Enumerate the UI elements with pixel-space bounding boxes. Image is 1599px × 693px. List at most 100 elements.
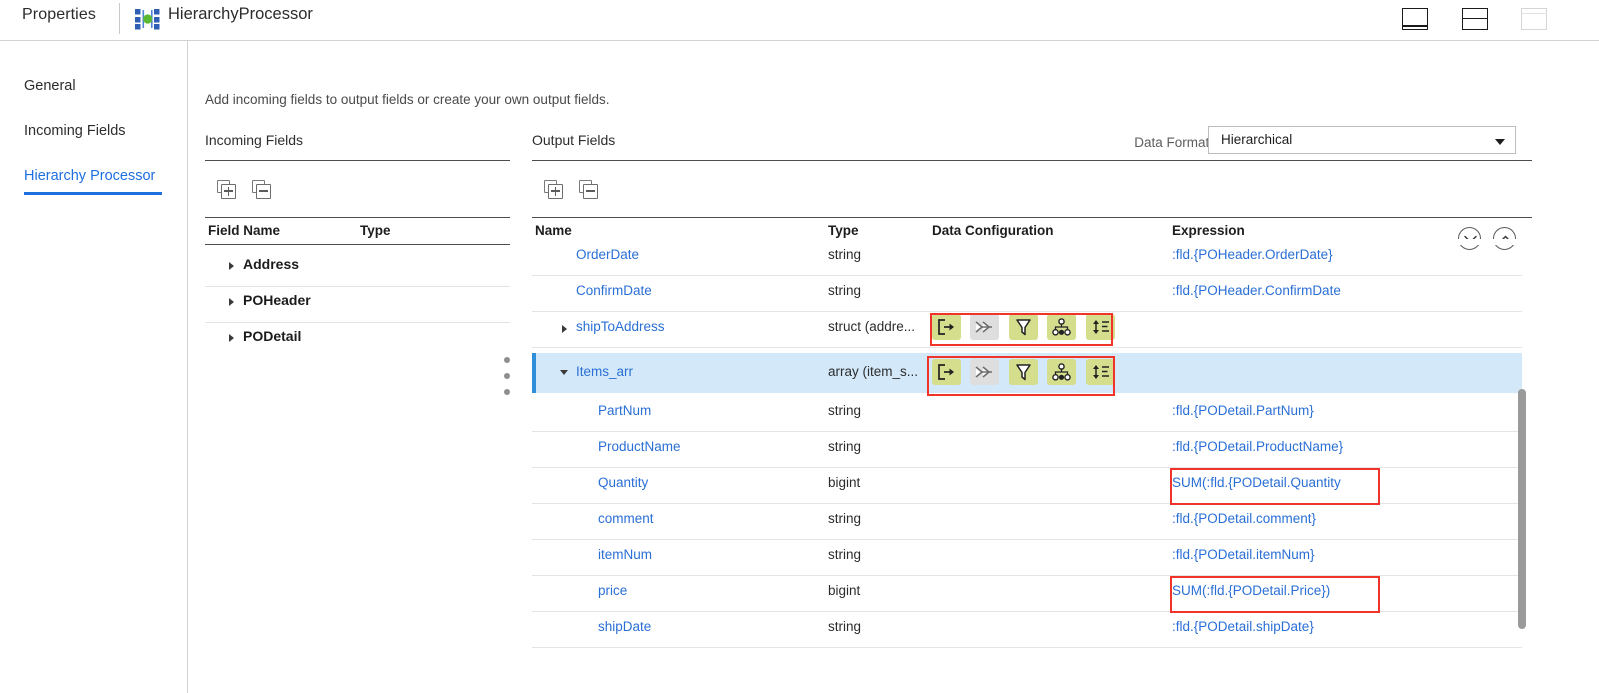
output-row-quantity[interactable]: Quantity bigint SUM(:fld.{PODetail.Quant… [532,467,1522,503]
output-col-name: Name [535,223,572,238]
output-fields-title: Output Fields [532,132,616,148]
sidebar-item-hierarchy-processor[interactable]: Hierarchy Processor [24,168,155,184]
viewport-clip-mask [532,239,1532,245]
incoming-col-type: Type [360,223,391,238]
output-field-name[interactable]: ConfirmDate [576,283,652,298]
sidebar-item-incoming-fields[interactable]: Incoming Fields [24,123,126,139]
output-field-type: struct (addre... [828,319,916,334]
output-add-field-icon[interactable] [544,180,566,202]
output-row-items-arr[interactable]: Items_arr array (item_s... [532,353,1522,393]
output-field-type: string [828,547,862,562]
output-field-name[interactable]: price [598,583,627,598]
hierarchy-processor-panel: Add incoming fields to output fields or … [189,41,1599,693]
output-field-name[interactable]: comment [598,511,654,526]
output-scrollbar-track[interactable] [1516,291,1530,691]
incoming-field-label: PODetail [243,328,302,344]
output-field-expression[interactable]: :fld.{POHeader.ConfirmDate [1172,283,1341,298]
output-field-type: array (item_s... [828,364,919,379]
output-fields-panel: Output Fields Data Format: Hierarchical [532,41,1532,693]
output-field-name[interactable]: PartNum [598,403,651,418]
output-node-icon[interactable] [932,314,961,340]
output-field-expression[interactable]: SUM(:fld.{PODetail.Quantity [1172,475,1341,490]
incoming-col-field-name: Field Name [208,223,281,238]
chevron-right-icon[interactable] [229,334,234,342]
output-row-shiptoaddress[interactable]: shipToAddress struct (addre... [532,311,1522,347]
incoming-fields-rule [205,160,510,162]
incoming-fields-title: Incoming Fields [205,132,304,148]
properties-label: Properties [22,6,96,23]
output-field-name[interactable]: shipToAddress [576,319,665,334]
output-row-productname[interactable]: ProductName string :fld.{PODetail.Produc… [532,431,1522,467]
output-toolbar-rule [532,217,1532,219]
join-icon[interactable] [970,314,1000,340]
chevron-right-icon[interactable] [562,325,567,333]
join-icon[interactable] [970,359,1000,385]
properties-sidebar: General Incoming Fields Hierarchy Proces… [0,41,188,693]
output-field-name[interactable]: ProductName [598,439,681,454]
output-field-name[interactable]: itemNum [598,547,652,562]
row-separator [532,347,1522,348]
output-col-type: Type [828,223,859,238]
incoming-field-label: POHeader [243,292,311,308]
output-node-icon[interactable] [932,359,961,385]
output-field-type: string [828,403,862,418]
output-field-expression[interactable]: :fld.{PODetail.itemNum} [1172,547,1315,562]
selected-row-accent [532,353,536,393]
incoming-toolbar-rule [205,217,510,219]
output-field-expression[interactable]: :fld.{PODetail.ProductName} [1172,439,1343,454]
output-row-price[interactable]: price bigint SUM(:fld.{PODetail.Price}) [532,575,1522,611]
incoming-field-label: Address [243,256,300,272]
data-format-value: Hierarchical [1221,132,1293,147]
chevron-down-icon[interactable] [560,370,568,375]
incoming-row-address[interactable]: Address [205,250,510,286]
output-row-shipdate[interactable]: shipDate string :fld.{PODetail.shipDate} [532,611,1522,647]
incoming-expand-all-icon[interactable] [217,180,239,202]
output-field-expression[interactable]: :fld.{PODetail.PartNum} [1172,403,1314,418]
panel-splitter-handle[interactable] [502,357,512,409]
output-col-expression: Expression [1172,223,1245,238]
layout-single-pane-icon [1402,8,1429,30]
output-field-type: string [828,283,862,298]
output-field-name[interactable]: OrderDate [576,247,639,262]
incoming-row-podetail[interactable]: PODetail [205,322,510,358]
output-row-confirmdate[interactable]: ConfirmDate string :fld.{POHeader.Confir… [532,275,1522,311]
row-separator [532,647,1522,648]
output-row-itemnum[interactable]: itemNum string :fld.{PODetail.itemNum} [532,539,1522,575]
layout-single-pane-button[interactable] [1402,8,1429,30]
output-field-name[interactable]: Items_arr [576,364,633,379]
processor-name: HierarchyProcessor [168,5,313,23]
sort-icon[interactable] [1085,314,1115,340]
incoming-row-poheader[interactable]: POHeader [205,286,510,322]
chevron-right-icon[interactable] [229,298,234,306]
output-row-comment[interactable]: comment string :fld.{PODetail.comment} [532,503,1522,539]
output-remove-field-icon[interactable] [579,180,601,202]
output-field-expression[interactable]: :fld.{PODetail.comment} [1172,511,1316,526]
layout-split-horizontal-button[interactable] [1461,8,1488,30]
output-field-expression[interactable]: SUM(:fld.{PODetail.Price}) [1172,583,1330,598]
sort-icon[interactable] [1085,359,1115,385]
output-row-partnum[interactable]: PartNum string :fld.{PODetail.PartNum} [532,395,1522,431]
data-format-select[interactable]: Hierarchical [1208,126,1516,154]
output-col-data-config: Data Configuration [932,223,1054,238]
group-by-icon[interactable] [1047,314,1077,340]
output-scrollbar-thumb[interactable] [1518,389,1526,629]
output-field-type: bigint [828,583,861,598]
sidebar-item-general[interactable]: General [24,78,76,94]
output-field-type: string [828,511,862,526]
top-bar: Properties HierarchyProcessor [0,0,1599,41]
hierarchy-processor-icon [135,8,161,30]
incoming-fields-panel: Incoming Fields Field Name Type Address … [205,41,510,693]
group-by-icon[interactable] [1047,359,1077,385]
sidebar-active-indicator [24,192,162,195]
output-field-expression[interactable]: :fld.{PODetail.shipDate} [1172,619,1314,634]
output-fields-rule [532,160,1532,162]
output-field-expression[interactable]: :fld.{POHeader.OrderDate} [1172,247,1333,262]
chevron-right-icon[interactable] [229,262,234,270]
output-field-name[interactable]: Quantity [598,475,648,490]
filter-icon[interactable] [1008,314,1038,340]
output-field-name[interactable]: shipDate [598,619,651,634]
incoming-collapse-all-icon[interactable] [252,180,274,202]
filter-icon[interactable] [1008,359,1038,385]
layout-full-pane-button[interactable] [1521,8,1547,30]
output-field-type: bigint [828,475,861,490]
